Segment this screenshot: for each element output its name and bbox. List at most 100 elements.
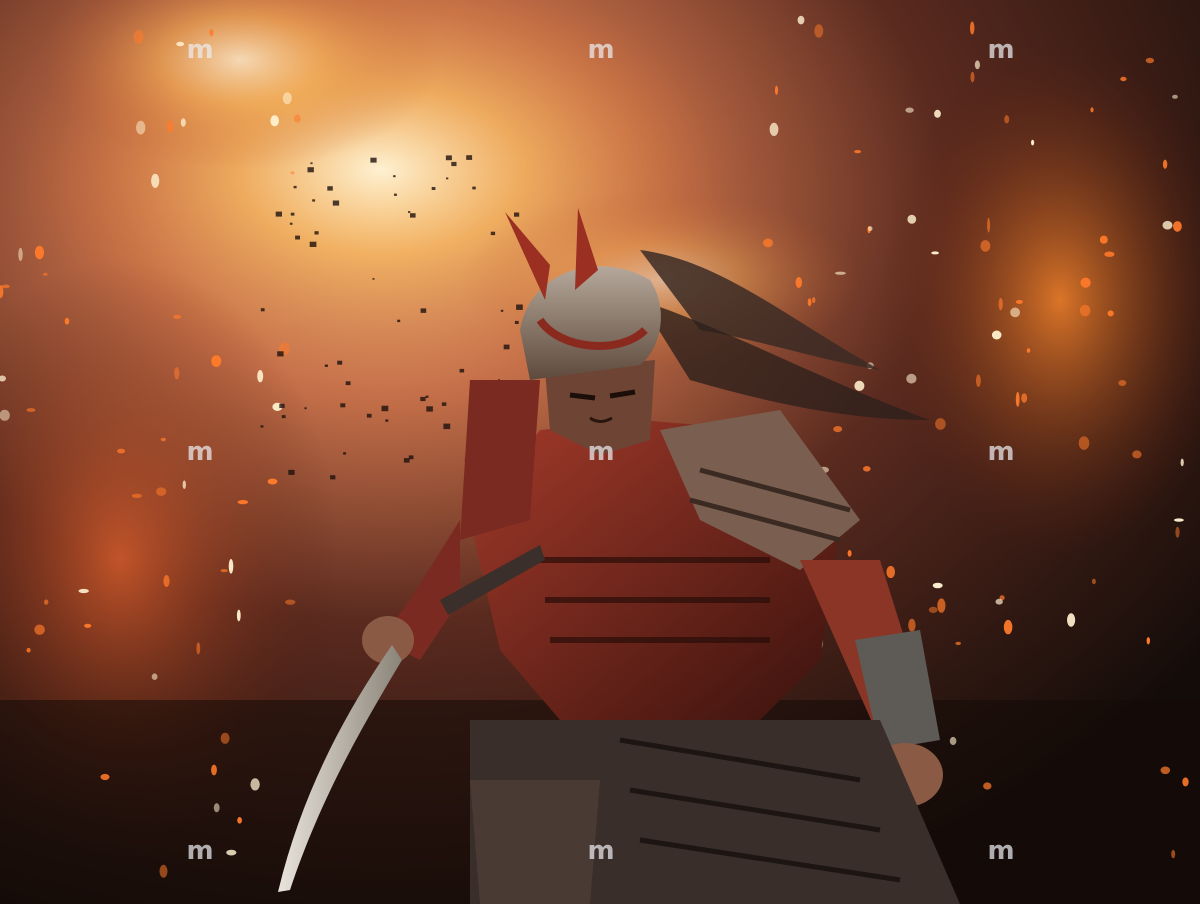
debris-fragment: [490, 231, 496, 236]
debris-fragment: [275, 211, 282, 217]
ember: [44, 599, 49, 605]
ember: [163, 575, 170, 587]
debris-fragment: [425, 395, 429, 398]
ember: [43, 272, 48, 276]
ember: [117, 448, 126, 454]
debris-fragment: [288, 469, 295, 475]
ember: [237, 500, 249, 505]
ember: [995, 598, 1003, 605]
ember: [250, 778, 260, 791]
ember: [1146, 637, 1151, 645]
ember: [182, 480, 186, 490]
ember: [1067, 613, 1076, 627]
debris-fragment: [330, 475, 336, 480]
ember: [18, 247, 23, 261]
debris-fragment: [345, 381, 351, 386]
debris-fragment: [381, 405, 389, 412]
ember: [763, 238, 773, 248]
debris-fragment: [295, 235, 300, 240]
debris-fragment: [293, 185, 297, 189]
ember: [1091, 578, 1096, 585]
ember: [26, 647, 31, 653]
ember: [167, 120, 174, 133]
ember: [983, 782, 992, 790]
ember: [282, 92, 292, 105]
debris-fragment: [310, 162, 313, 165]
ember: [1118, 380, 1127, 386]
debris-fragment: [312, 199, 316, 202]
ember: [970, 21, 975, 35]
ember: [285, 599, 296, 605]
debris-fragment: [327, 186, 333, 191]
ember: [1182, 777, 1189, 787]
ember: [156, 487, 167, 496]
leg-guard: [470, 780, 600, 904]
ember: [257, 370, 264, 383]
debris-fragment: [441, 402, 447, 406]
ember: [906, 373, 917, 384]
ember: [928, 606, 938, 614]
ember: [1104, 251, 1115, 257]
ember: [1175, 526, 1180, 538]
ember: [1010, 307, 1020, 318]
debris-fragment: [394, 193, 397, 196]
ember: [847, 550, 852, 557]
debris-fragment: [307, 167, 314, 173]
debris-fragment: [445, 155, 452, 161]
ember: [769, 122, 779, 136]
ember: [220, 732, 230, 744]
ember: [1107, 310, 1114, 317]
debris-fragment: [366, 413, 372, 418]
debris-fragment: [260, 308, 265, 312]
ember: [1004, 115, 1010, 124]
ember: [937, 598, 946, 613]
ember: [1015, 299, 1023, 304]
ember: [1162, 220, 1173, 230]
ember: [78, 588, 89, 594]
debris-fragment: [324, 364, 328, 367]
ember: [949, 736, 957, 746]
debris-fragment: [385, 419, 389, 422]
debris-fragment: [337, 360, 343, 365]
ember: [34, 245, 45, 260]
scene-illustration: [0, 0, 1200, 904]
ember: [834, 271, 846, 275]
ember: [270, 115, 280, 127]
ember: [931, 251, 939, 255]
ember: [795, 277, 802, 288]
ember: [213, 803, 220, 813]
ember: [908, 618, 916, 632]
ember: [833, 426, 843, 433]
ember: [1173, 221, 1182, 232]
ember: [1160, 766, 1171, 775]
debris-fragment: [503, 344, 510, 350]
ember: [863, 466, 871, 472]
ember: [1171, 849, 1176, 859]
ember: [1162, 159, 1168, 169]
ember: [159, 864, 168, 878]
ember: [211, 355, 222, 367]
debris-fragment: [420, 308, 427, 313]
ember: [136, 120, 146, 135]
debris-fragment: [516, 304, 523, 310]
ember: [854, 380, 865, 391]
debris-fragment: [431, 187, 436, 190]
ember: [1120, 76, 1127, 82]
debris-fragment: [279, 403, 285, 409]
ember: [907, 214, 917, 224]
debris-fragment: [420, 396, 426, 402]
ember: [131, 493, 142, 498]
debris-fragment: [277, 351, 284, 357]
ember: [1078, 436, 1090, 450]
debris-fragment: [343, 452, 347, 455]
ember: [196, 642, 201, 655]
debris-fragment: [332, 200, 340, 206]
ember: [854, 150, 862, 154]
ember: [237, 817, 243, 824]
ember: [226, 849, 237, 856]
ember: [886, 565, 895, 579]
ember: [868, 226, 873, 232]
ember: [807, 298, 812, 307]
ember: [209, 29, 214, 37]
debris-fragment: [408, 211, 411, 213]
